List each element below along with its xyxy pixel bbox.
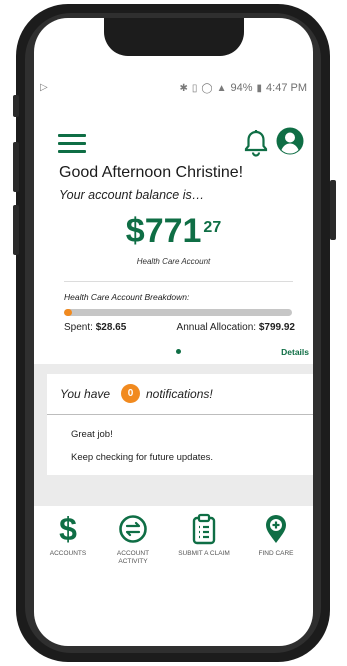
profile-icon[interactable] <box>275 126 305 156</box>
hamburger-icon[interactable] <box>58 134 86 153</box>
notifications-card: You have 0 notifications! Great job! Kee… <box>47 374 313 475</box>
phone-volume-down-button <box>13 205 19 255</box>
page-indicator-dot[interactable] <box>176 349 181 354</box>
greeting-text: Good Afternoon Christine! <box>59 164 244 181</box>
nav-accounts-label: ACCOUNTS <box>49 550 87 557</box>
account-balance: $771 27 <box>34 212 313 251</box>
nav-account-activity-label: ACCOUNT ACTIVITY <box>116 550 150 565</box>
clipboard-icon <box>192 513 216 545</box>
nav-find-care-label: FIND CARE <box>258 550 294 557</box>
phone-power-button <box>330 180 336 240</box>
status-time: 4:47 PM <box>266 82 307 94</box>
vibrate-icon: ▯ <box>191 82 198 94</box>
account-type-label: Health Care Account <box>136 257 211 266</box>
bluetooth-icon: ✱ <box>179 82 188 94</box>
dollar-icon: $ <box>59 513 77 545</box>
notifications-prefix: You have <box>60 387 111 401</box>
nav-account-activity[interactable]: ACCOUNT ACTIVITY <box>103 512 163 566</box>
app-header <box>34 124 313 158</box>
details-link[interactable]: Details <box>281 347 309 357</box>
spent-label: Spent: <box>64 322 93 333</box>
allocation-summary: Annual Allocation: $799.92 <box>177 322 295 333</box>
map-pin-plus-icon <box>266 515 286 543</box>
nav-submit-claim-label: SUBMIT A CLAIM <box>178 550 230 557</box>
balance-cents: 27 <box>203 218 222 236</box>
bell-icon[interactable] <box>241 128 271 158</box>
svg-text:$: $ <box>59 513 77 545</box>
notification-message-title: Great job! <box>71 429 113 440</box>
divider <box>64 281 293 282</box>
breakdown-title: Health Care Account Breakdown: <box>64 292 190 302</box>
battery-icon: ▮ <box>256 82 263 94</box>
spending-progress-bar <box>64 309 292 316</box>
status-bar: ▷ ✱ ▯ ◯ ▲ 94% ▮ 4:47 PM <box>34 82 313 96</box>
spent-summary: Spent: $28.65 <box>64 322 126 333</box>
notification-message-body: Keep checking for future updates. <box>71 452 214 463</box>
bottom-navigation: $ ACCOUNTS ACCOUNT ACTIVITY SUBMIT A CLA… <box>34 506 313 576</box>
nav-submit-claim[interactable]: SUBMIT A CLAIM <box>174 512 234 558</box>
signal-icon: ▲ <box>216 82 227 94</box>
notifications-suffix: notifications! <box>146 387 213 401</box>
notification-count-badge[interactable]: 0 <box>121 384 140 403</box>
notifications-header: You have 0 notifications! <box>47 374 313 415</box>
balance-dollars: $771 <box>125 212 202 250</box>
phone-volume-up-button <box>13 142 19 192</box>
spent-value: $28.65 <box>95 322 127 333</box>
spending-progress-fill <box>64 309 73 316</box>
allocation-label: Annual Allocation: <box>176 322 257 333</box>
nav-find-care[interactable]: FIND CARE <box>246 512 306 558</box>
balance-label: Your account balance is… <box>59 188 205 202</box>
alarm-icon: ◯ <box>201 82 213 94</box>
phone-side-button <box>13 95 19 117</box>
swap-arrows-icon <box>119 515 147 543</box>
nav-accounts[interactable]: $ ACCOUNTS <box>38 512 98 558</box>
allocation-value: $799.92 <box>258 322 295 333</box>
battery-percent: 94% <box>230 82 253 94</box>
app-viewport: ▷ ✱ ▯ ◯ ▲ 94% ▮ 4:47 PM Good Afternoon C… <box>34 0 313 666</box>
play-icon: ▷ <box>40 82 48 93</box>
